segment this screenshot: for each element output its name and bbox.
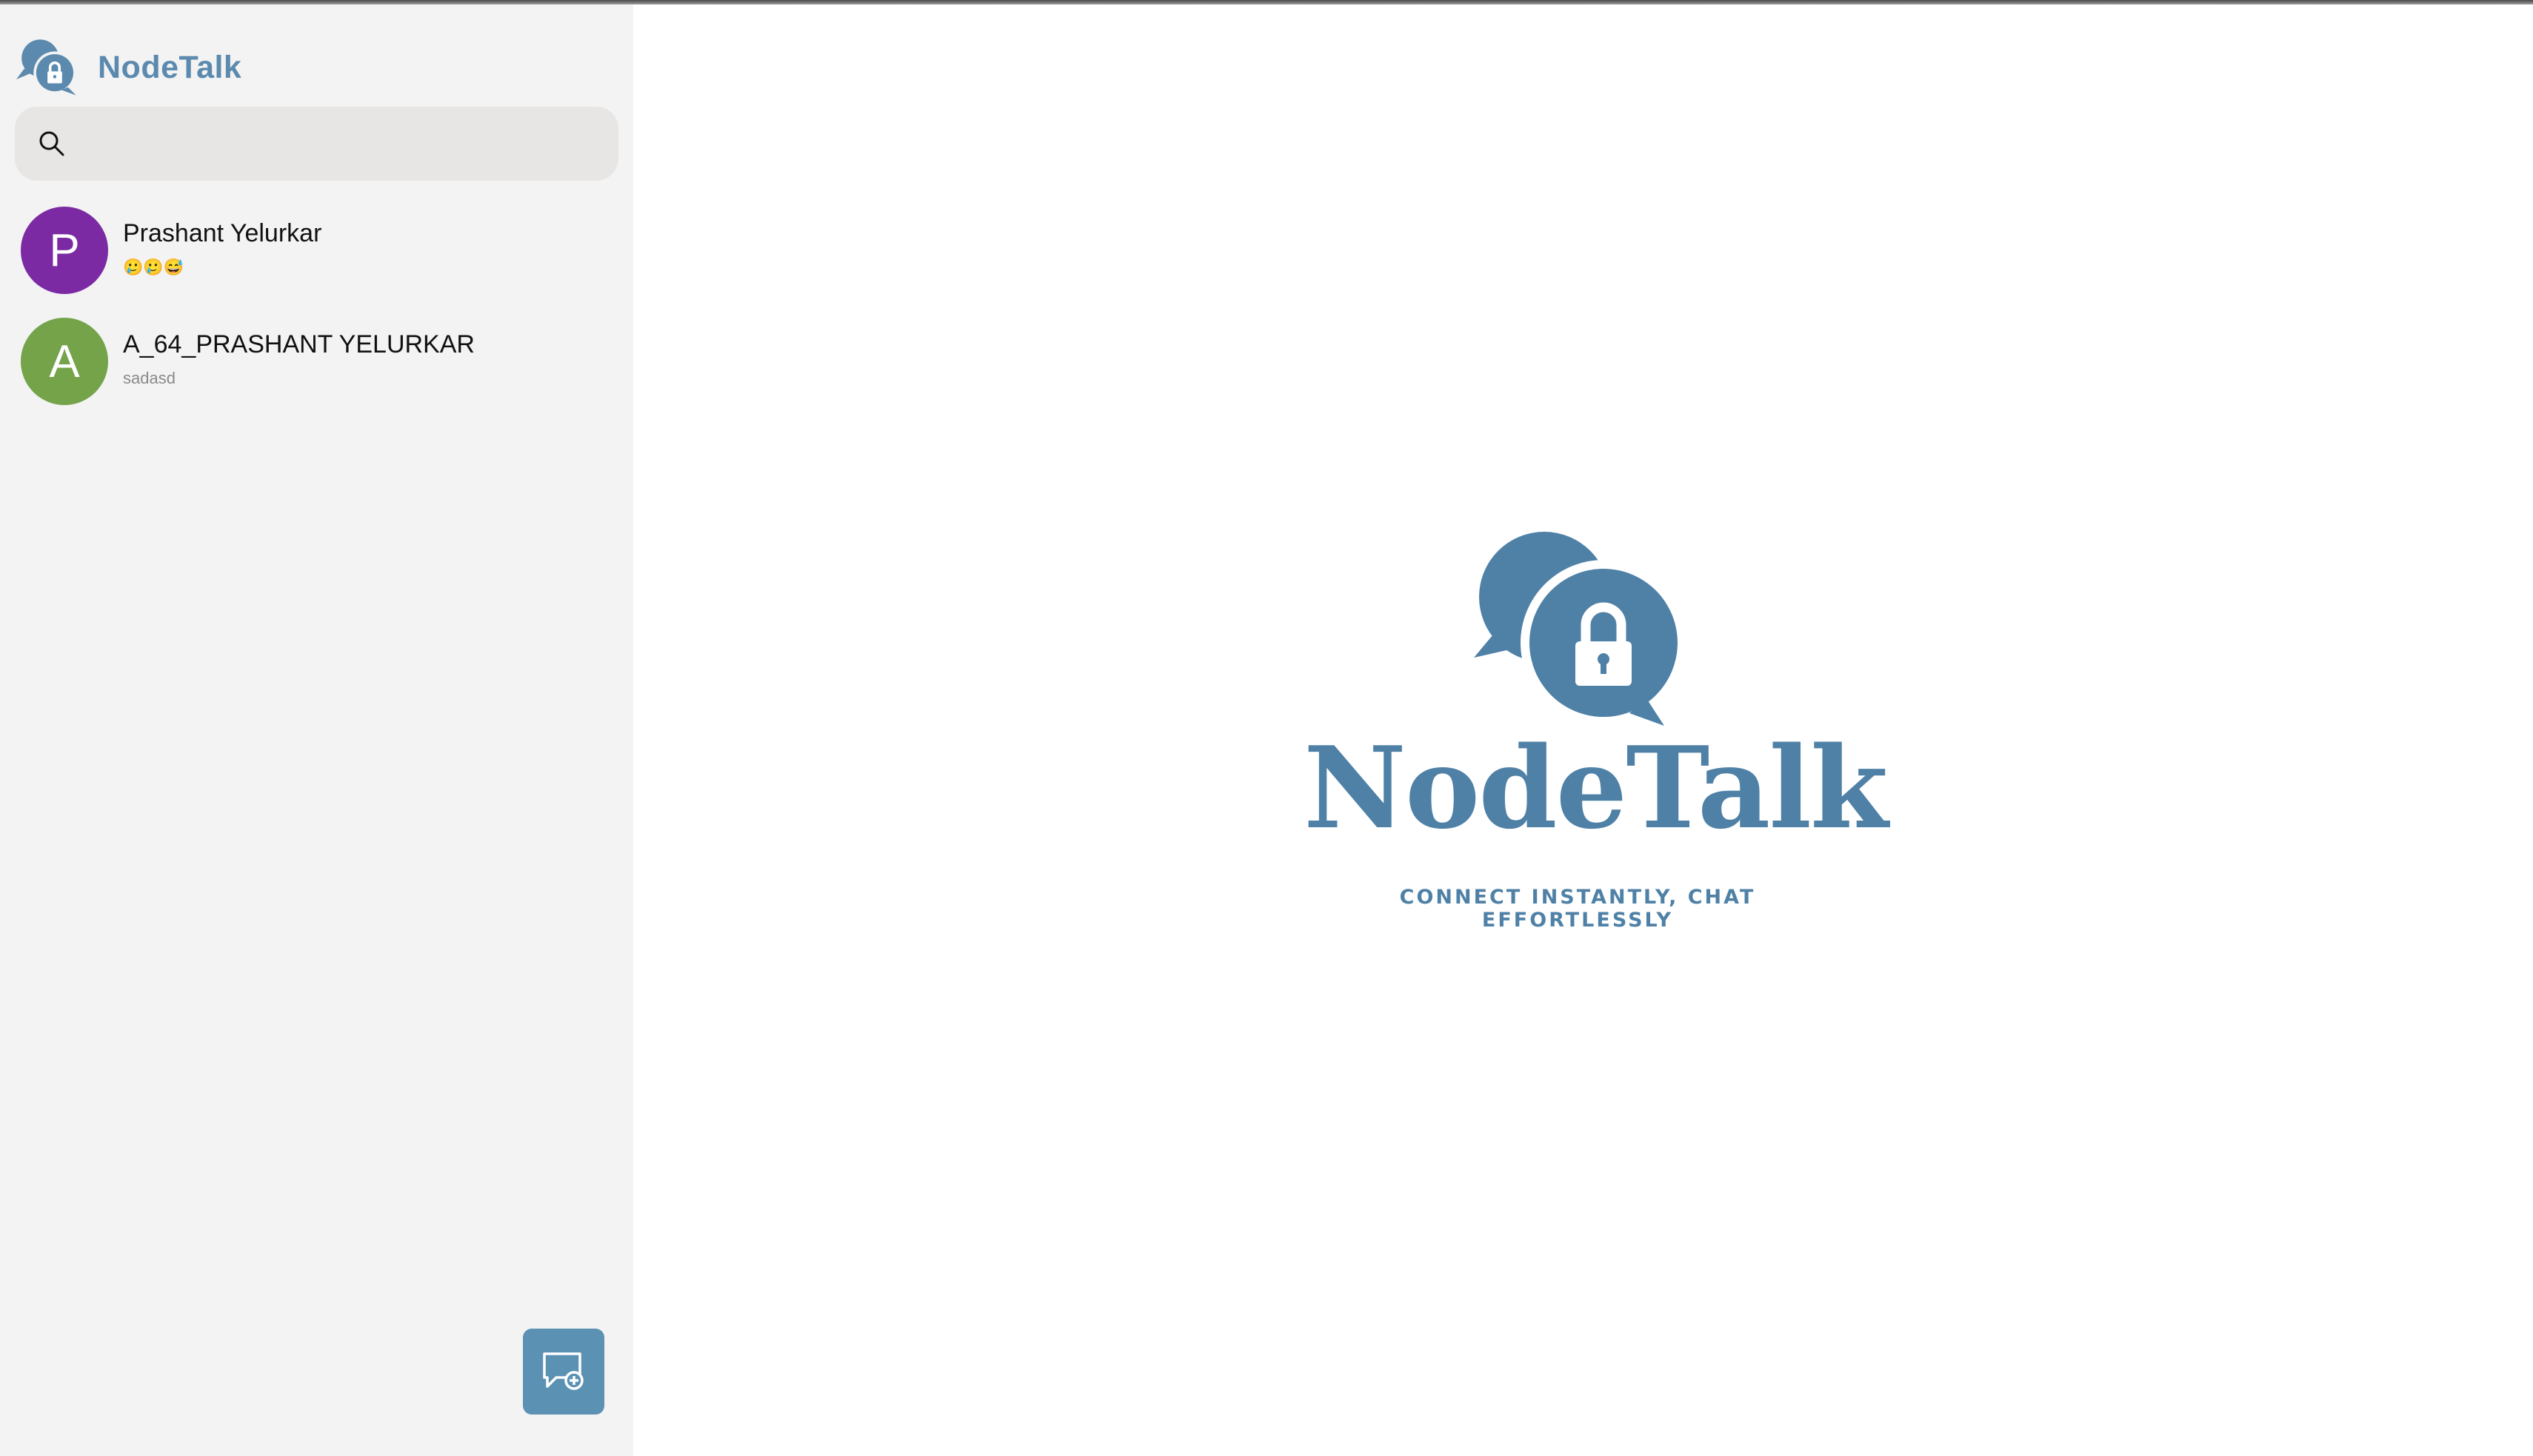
contact-list-item[interactable]: P Prashant Yelurkar 🥲🥲😅: [0, 198, 633, 302]
avatar-initial: P: [49, 224, 80, 276]
brand: NodeTalk: [15, 34, 241, 101]
brand-name: NodeTalk: [98, 49, 242, 85]
search-bar[interactable]: [15, 107, 618, 181]
chat-bubbles-lock-icon: [1474, 532, 1686, 726]
contact-name: Prashant Yelurkar: [123, 219, 322, 247]
contact-list-item[interactable]: A A_64_PRASHANT YELURKAR sadasd: [0, 310, 633, 413]
welcome-tagline: CONNECT INSTANTLY, CHAT EFFORTLESSLY: [1399, 886, 1756, 932]
avatar: A: [21, 318, 108, 405]
welcome-logo: NodeTalk CONNECT INSTANTLY, CHAT EFFORTL…: [1304, 532, 1888, 932]
chat-bubbles-lock-icon: [16, 39, 76, 96]
avatar-initial: A: [49, 335, 80, 387]
welcome-title: NodeTalk: [1304, 721, 1888, 854]
new-chat-button[interactable]: [523, 1329, 604, 1415]
search-icon: [39, 131, 64, 156]
contact-last-message: 🥲🥲😅: [123, 258, 184, 276]
new-chat-icon: [543, 1352, 584, 1390]
contact-last-message: sadasd: [123, 369, 176, 387]
contact-name: A_64_PRASHANT YELURKAR: [123, 330, 475, 358]
search-input[interactable]: [67, 107, 618, 181]
sidebar: NodeTalk P Prashant Yelurkar 🥲🥲😅 A A_64_…: [0, 4, 633, 1456]
avatar: P: [21, 207, 108, 294]
